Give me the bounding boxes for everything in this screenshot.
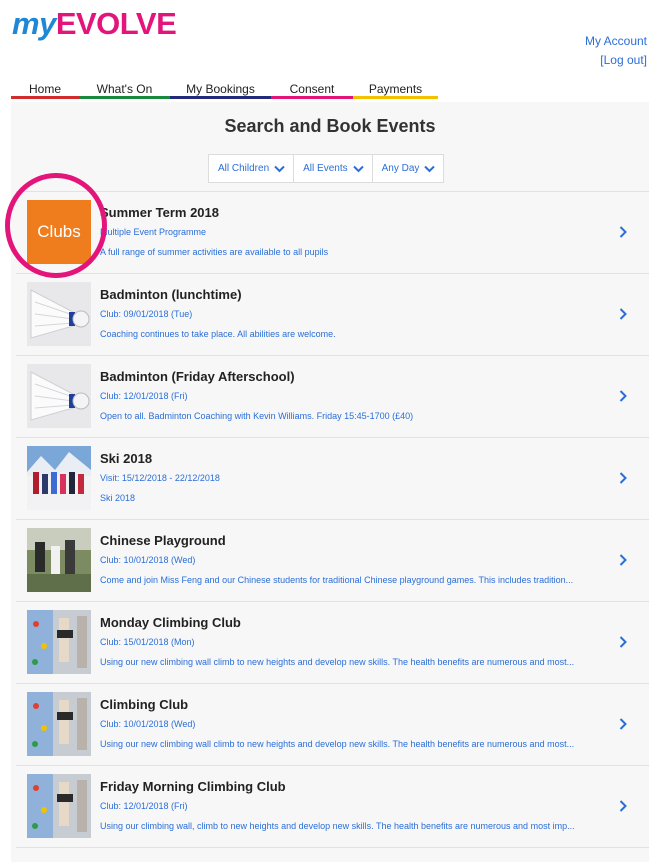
event-description: A full range of summer activities are av…	[100, 247, 329, 257]
main-nav: Home What's On My Bookings Consent Payme…	[11, 82, 438, 99]
chevron-right-icon	[619, 472, 627, 484]
event-description: Coaching continues to take place. All ab…	[100, 329, 336, 339]
event-list: Clubs Summer Term 2018 Multiple Event Pr…	[16, 191, 649, 848]
climbing-wall-image	[27, 692, 91, 756]
tab-my-bookings[interactable]: My Bookings	[170, 82, 271, 99]
event-item-ski[interactable]: Ski 2018 Visit: 15/12/2018 - 22/12/2018 …	[16, 438, 649, 520]
event-title: Ski 2018	[100, 451, 153, 466]
event-title: Badminton (Friday Afterschool)	[100, 369, 295, 384]
filter-children[interactable]: All Children	[209, 155, 295, 182]
event-title: Monday Climbing Club	[100, 615, 241, 630]
event-description: Using our climbing wall, climb to new he…	[100, 821, 575, 831]
chevron-down-icon	[274, 165, 285, 172]
event-title: Summer Term 2018	[100, 205, 219, 220]
event-item-badminton-lunchtime[interactable]: Badminton (lunchtime) Club: 09/01/2018 (…	[16, 274, 649, 356]
chevron-right-icon	[619, 718, 627, 730]
event-subtitle: Club: 09/01/2018 (Tue)	[100, 309, 193, 319]
chevron-right-icon	[619, 308, 627, 320]
logo-evolve: EVOLVE	[55, 6, 177, 41]
chevron-right-icon	[619, 636, 627, 648]
event-item-summer-term[interactable]: Clubs Summer Term 2018 Multiple Event Pr…	[16, 192, 649, 274]
clubs-thumbnail: Clubs	[27, 200, 91, 264]
chevron-right-icon	[619, 554, 627, 566]
filter-children-label: All Children	[218, 163, 270, 174]
shuttlecock-image	[27, 282, 91, 346]
chevron-down-icon	[352, 165, 364, 172]
event-subtitle: Multiple Event Programme	[100, 227, 207, 237]
chevron-down-icon	[424, 165, 436, 172]
my-account-link[interactable]: My Account	[585, 32, 647, 51]
chevron-right-icon	[619, 390, 627, 402]
event-item-chinese-playground[interactable]: Chinese Playground Club: 10/01/2018 (Wed…	[16, 520, 649, 602]
event-description: Ski 2018	[100, 493, 136, 503]
ski-group-image	[27, 446, 91, 510]
event-title: Badminton (lunchtime)	[100, 287, 242, 302]
event-subtitle: Club: 10/01/2018 (Wed)	[100, 555, 196, 565]
logout-link[interactable]: [Log out]	[585, 51, 647, 70]
event-title: Chinese Playground	[100, 533, 226, 548]
filter-day[interactable]: Any Day	[373, 155, 444, 182]
event-subtitle: Club: 12/01/2018 (Fri)	[100, 801, 188, 811]
playground-image	[27, 528, 91, 592]
tab-whats-on[interactable]: What's On	[79, 82, 170, 99]
event-description: Open to all. Badminton Coaching with Kev…	[100, 411, 414, 421]
climbing-wall-image	[27, 774, 91, 838]
event-description: Using our new climbing wall climb to new…	[100, 657, 575, 667]
filter-events-label: All Events	[303, 163, 348, 174]
shuttlecock-image	[27, 364, 91, 428]
main-panel: Search and Book Events All Children All …	[11, 102, 649, 862]
logo-my: my	[12, 6, 56, 41]
tab-home[interactable]: Home	[11, 82, 79, 99]
event-subtitle: Visit: 15/12/2018 - 22/12/2018	[100, 473, 220, 483]
event-description: Using our new climbing wall climb to new…	[100, 739, 575, 749]
account-links: My Account [Log out]	[585, 32, 647, 70]
filter-events[interactable]: All Events	[294, 155, 373, 182]
event-item-friday-morning-climbing[interactable]: Friday Morning Climbing Club Club: 12/01…	[16, 766, 649, 848]
chevron-right-icon	[619, 226, 627, 238]
event-title: Friday Morning Climbing Club	[100, 779, 286, 794]
logo[interactable]: myEVOLVE	[12, 6, 177, 42]
event-description: Come and join Miss Feng and our Chinese …	[100, 575, 574, 585]
event-subtitle: Club: 12/01/2018 (Fri)	[100, 391, 188, 401]
page-title: Search and Book Events	[224, 116, 436, 136]
filter-day-label: Any Day	[381, 163, 420, 174]
event-subtitle: Club: 10/01/2018 (Wed)	[100, 719, 196, 729]
event-subtitle: Club: 15/01/2018 (Mon)	[100, 637, 195, 647]
event-item-climbing-club[interactable]: Climbing Club Club: 10/01/2018 (Wed) Usi…	[16, 684, 649, 766]
chevron-right-icon	[619, 800, 627, 812]
event-item-badminton-friday[interactable]: Badminton (Friday Afterschool) Club: 12/…	[16, 356, 649, 438]
event-title: Climbing Club	[100, 697, 189, 712]
tab-payments[interactable]: Payments	[353, 82, 438, 99]
tab-consent[interactable]: Consent	[271, 82, 353, 99]
climbing-wall-image	[27, 610, 91, 674]
event-item-monday-climbing[interactable]: Monday Climbing Club Club: 15/01/2018 (M…	[16, 602, 649, 684]
filter-bar: All Children All Events Any Day	[208, 154, 445, 183]
